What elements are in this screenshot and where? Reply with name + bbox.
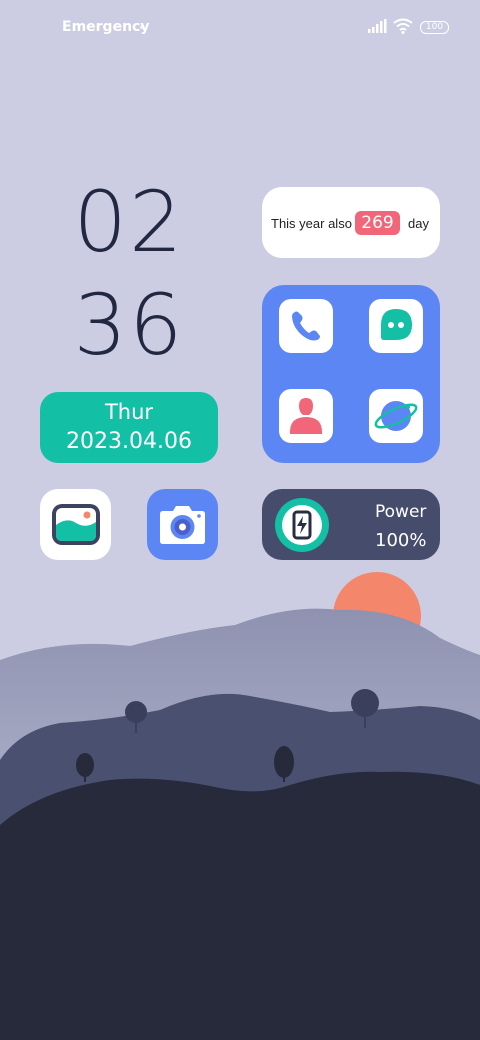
wallpaper-landscape [0,572,480,1040]
emergency-calls-label: Emergency [62,19,150,35]
date-label: 2023.04.06 [66,429,192,454]
gallery-icon [52,504,100,545]
date-widget[interactable]: Thur 2023.04.06 [40,392,218,463]
tree [76,753,94,777]
weekday-label: Thur [104,400,154,424]
messages-app[interactable] [369,299,423,353]
clock-minutes[interactable]: 36 [40,283,218,367]
gallery-app[interactable] [40,489,111,560]
browser-icon [374,401,418,431]
battery-widget[interactable]: Power 100% [262,489,440,560]
battery-charging-icon [275,498,329,552]
signal-icon [368,19,387,33]
year-prefix-text: This year also [271,216,352,231]
tree [351,689,379,717]
contacts-icon [290,398,322,434]
contacts-app[interactable] [279,389,333,443]
tree [274,746,294,778]
days-remaining-badge: 269 [355,211,400,235]
power-label: Power [375,502,427,522]
wifi-icon [393,18,413,34]
near-hills [0,771,480,1040]
messages-icon [381,309,412,340]
camera-app[interactable] [147,489,218,560]
app-folder-widget [262,285,440,463]
year-suffix-text: day [408,216,429,231]
browser-app[interactable] [369,389,423,443]
phone-icon [292,311,320,341]
phone-app[interactable] [279,299,333,353]
tree [125,701,147,723]
power-value: 100% [375,530,427,551]
status-dot [140,25,144,29]
status-bar: Emergency 100 [0,0,480,56]
clock-hours[interactable]: 02 [40,180,218,264]
battery-indicator: 100 [420,21,449,34]
camera-icon [160,506,205,544]
year-days-widget[interactable]: This year also 269 day [262,187,440,258]
